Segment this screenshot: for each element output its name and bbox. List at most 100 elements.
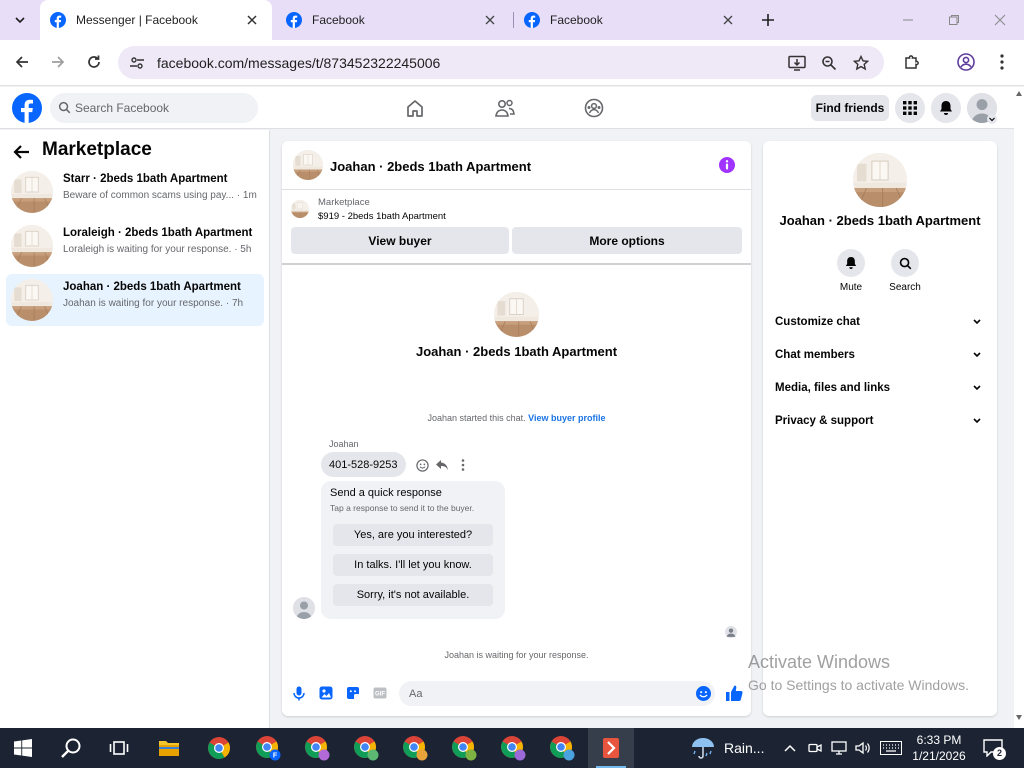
chrome-profile-icon	[403, 736, 428, 761]
chrome-profile-taskbar-button[interactable]: F	[245, 728, 291, 768]
chat-members-section[interactable]: Chat members	[775, 349, 985, 367]
marketplace-inbox: Marketplace Starr · 2beds 1bath Apartmen…	[0, 130, 270, 728]
home-icon	[407, 100, 423, 117]
chrome-profile-taskbar-button[interactable]	[392, 728, 438, 768]
install-app-icon[interactable]	[787, 53, 807, 73]
conversation-item-active[interactable]: Joahan · 2beds 1bath Apartment Joahan is…	[6, 274, 264, 326]
view-buyer-profile-link[interactable]: View buyer profile	[528, 413, 605, 423]
forward-button[interactable]	[48, 52, 68, 72]
mute-action[interactable]: Mute	[831, 249, 871, 293]
chat-title[interactable]: Joahan · 2beds 1bath Apartment	[330, 159, 531, 174]
close-window-button[interactable]	[990, 10, 1010, 30]
message-composer[interactable]	[399, 681, 715, 706]
seen-avatar-icon	[725, 626, 737, 638]
back-button[interactable]	[12, 52, 32, 72]
quick-response-option[interactable]: In talks. I'll let you know.	[333, 554, 493, 576]
chrome-profile-taskbar-button[interactable]	[539, 728, 585, 768]
page-scrollbar[interactable]	[1014, 87, 1024, 728]
facebook-search[interactable]	[50, 93, 258, 123]
site-info-icon[interactable]	[128, 54, 146, 72]
notification-center-button[interactable]: 2	[980, 736, 1006, 760]
system-clock[interactable]: 6:33 PM 1/21/2026	[906, 732, 972, 764]
active-app-taskbar-button[interactable]	[588, 728, 634, 768]
browser-tab-messenger[interactable]: Messenger | Facebook	[40, 0, 272, 40]
show-hidden-icons-button[interactable]	[782, 740, 798, 756]
task-view-button[interactable]	[96, 728, 142, 768]
chrome-profile-taskbar-button[interactable]	[441, 728, 487, 768]
chat-header-avatar[interactable]	[293, 150, 323, 180]
buyer-avatar[interactable]	[293, 597, 315, 619]
taskbar-search-button[interactable]	[48, 728, 94, 768]
search-icon	[58, 101, 71, 114]
chrome-taskbar-button[interactable]	[196, 728, 242, 768]
friends-nav-icon[interactable]	[494, 97, 516, 119]
browser-menu-button[interactable]	[992, 52, 1012, 72]
network-icon[interactable]	[831, 740, 847, 756]
facebook-logo-icon[interactable]	[12, 93, 42, 123]
search-action[interactable]: Search	[885, 249, 925, 293]
extensions-button[interactable]	[902, 52, 922, 72]
view-buyer-button[interactable]: View buyer	[291, 227, 509, 254]
search-input[interactable]	[75, 99, 245, 117]
conversation-item[interactable]: Loraleigh · 2beds 1bath Apartment Lorale…	[6, 220, 264, 272]
find-friends-button[interactable]: Find friends	[811, 95, 889, 121]
message-input[interactable]	[409, 686, 679, 702]
restore-button[interactable]	[944, 10, 964, 30]
start-button[interactable]	[0, 728, 46, 768]
attach-photo-button[interactable]	[318, 685, 334, 701]
minimize-icon	[903, 19, 913, 21]
keyboard-icon[interactable]	[880, 740, 902, 756]
media-files-links-section[interactable]: Media, files and links	[775, 382, 985, 400]
address-bar[interactable]: facebook.com/messages/t/873452322245006	[118, 46, 884, 79]
privacy-support-section[interactable]: Privacy & support	[775, 415, 985, 433]
home-nav-icon[interactable]	[404, 97, 426, 119]
info-icon[interactable]	[719, 157, 735, 173]
message-more-button[interactable]	[455, 457, 471, 473]
conversation-name: Loraleigh · 2beds 1bath Apartment	[63, 227, 253, 239]
reload-button[interactable]	[84, 52, 104, 72]
bookmark-star-icon[interactable]	[851, 53, 871, 73]
voice-clip-button[interactable]	[291, 685, 307, 701]
listing-price-title[interactable]: $919 - 2beds 1bath Apartment	[318, 211, 446, 222]
meet-now-icon[interactable]	[807, 740, 823, 756]
gif-button[interactable]: GIF	[372, 685, 388, 701]
zoom-icon[interactable]	[819, 53, 839, 73]
chrome-profile-taskbar-button[interactable]	[490, 728, 536, 768]
profile-button[interactable]	[956, 52, 976, 72]
weather-widget[interactable]: Rain...	[690, 728, 764, 768]
more-options-button[interactable]: More options	[512, 227, 742, 254]
chevron-down-icon	[973, 319, 981, 325]
thumbs-up-icon[interactable]	[725, 684, 743, 702]
message-bubble[interactable]: 401-528-9253	[321, 452, 406, 477]
tab-search-button[interactable]	[8, 8, 32, 32]
menu-button[interactable]	[895, 93, 925, 123]
sticker-button[interactable]	[345, 685, 361, 701]
account-chevron-icon[interactable]	[987, 114, 997, 124]
scroll-down-icon[interactable]	[1016, 715, 1022, 720]
new-tab-button[interactable]	[758, 10, 778, 30]
minimize-button[interactable]	[898, 10, 918, 30]
reply-button[interactable]	[434, 457, 450, 473]
notifications-button[interactable]	[931, 93, 961, 123]
close-tab-icon[interactable]	[720, 12, 736, 28]
conversation-item[interactable]: Starr · 2beds 1bath Apartment Beware of …	[6, 166, 264, 218]
quick-response-option[interactable]: Yes, are you interested?	[333, 524, 493, 546]
react-button[interactable]	[414, 457, 430, 473]
close-tab-icon[interactable]	[244, 12, 260, 28]
file-explorer-button[interactable]	[146, 728, 192, 768]
customize-chat-section[interactable]: Customize chat	[775, 316, 985, 334]
volume-icon[interactable]	[855, 740, 871, 756]
chrome-profile-taskbar-button[interactable]	[294, 728, 340, 768]
marketplace-title: Marketplace	[42, 139, 152, 160]
groups-nav-icon[interactable]	[583, 97, 605, 119]
scroll-up-icon[interactable]	[1016, 91, 1022, 96]
marketplace-label: Marketplace	[318, 197, 370, 208]
chrome-profile-icon	[305, 736, 330, 761]
quick-response-option[interactable]: Sorry, it's not available.	[333, 584, 493, 606]
browser-tab-facebook-1[interactable]: Facebook	[276, 0, 510, 40]
close-tab-icon[interactable]	[482, 12, 498, 28]
chrome-profile-taskbar-button[interactable]	[343, 728, 389, 768]
emoji-icon[interactable]	[696, 686, 711, 701]
browser-tab-facebook-2[interactable]: Facebook	[514, 0, 748, 40]
back-arrow-button[interactable]	[12, 142, 34, 162]
